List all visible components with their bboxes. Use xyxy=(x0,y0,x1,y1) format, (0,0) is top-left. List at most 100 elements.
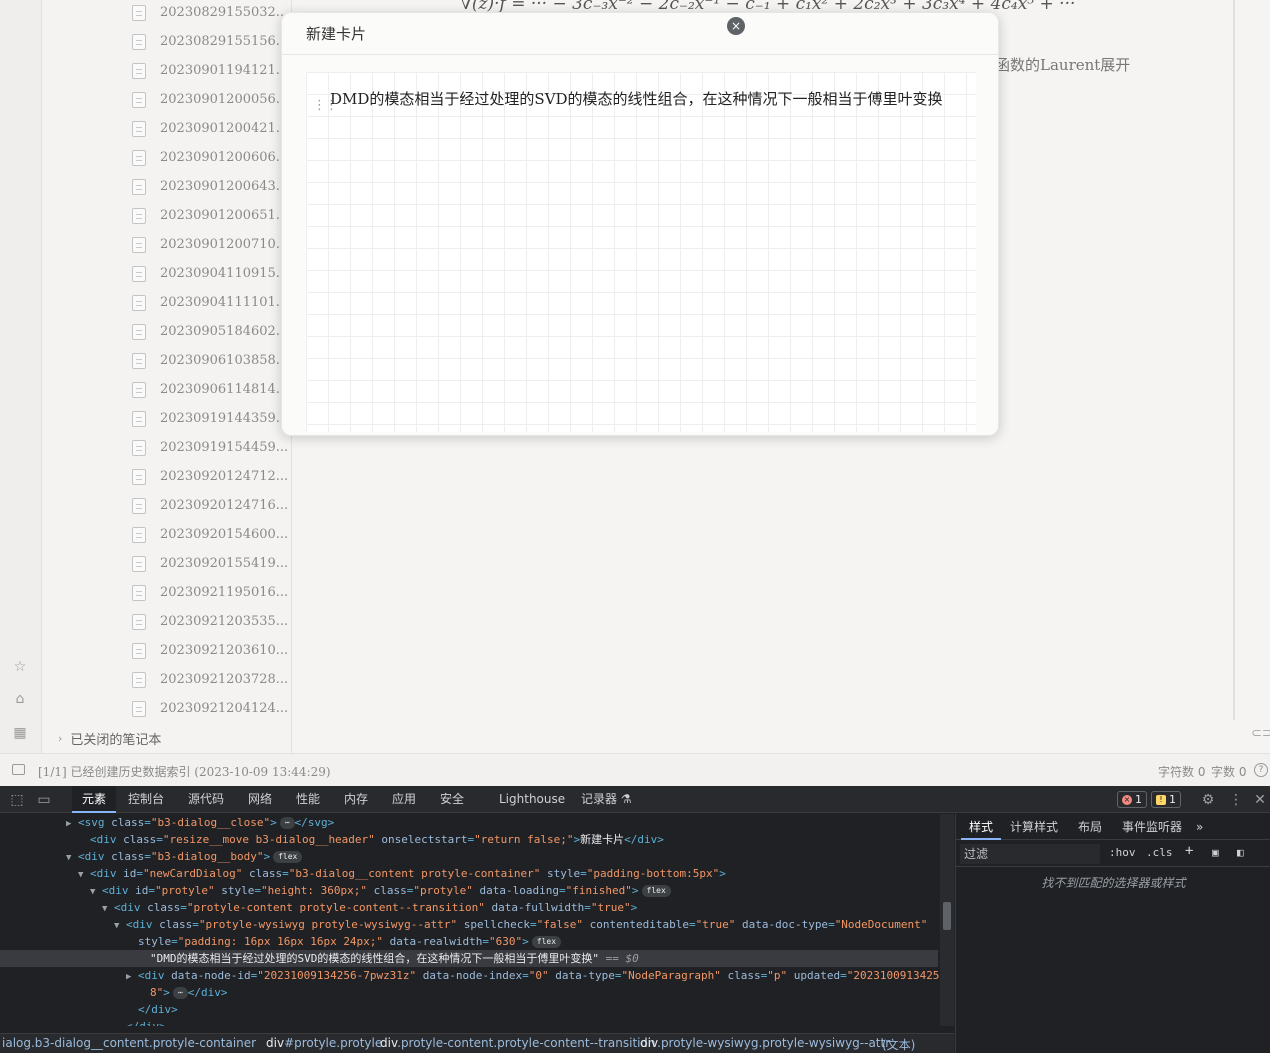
dom-node-selected[interactable]: "DMD的模态相当于经过处理的SVD的模态的线性组合，在这种情况下一般相当于傅里… xyxy=(0,950,938,967)
device-toggle-icon[interactable]: ▭ xyxy=(35,791,53,809)
panel-toggle-icon[interactable] xyxy=(12,764,25,775)
file-tree-item[interactable]: 20230905184602... xyxy=(132,317,292,346)
paint-icon[interactable]: ▣ xyxy=(1212,846,1219,859)
display-badge[interactable]: flex xyxy=(531,936,562,948)
elements-dom-tree[interactable]: ▶ <svg class="b3-dialog__close"> ⋯ </svg> <d… xyxy=(0,814,940,1026)
devtools-tab[interactable]: 应用 xyxy=(392,786,416,813)
styles-tab[interactable]: 计算样式 xyxy=(1010,814,1058,840)
file-tree-item[interactable]: 20230901200056... xyxy=(132,85,292,114)
dom-node[interactable]: </div> xyxy=(114,1018,166,1026)
scrollbar-thumb[interactable] xyxy=(943,902,951,930)
file-tree-item[interactable]: 20230829155032... xyxy=(132,0,292,27)
file-tree-item[interactable]: 20230906114814... xyxy=(132,375,292,404)
file-tree-item[interactable]: 20230901194121... xyxy=(132,56,292,85)
styles-filter-input[interactable] xyxy=(960,844,1100,864)
file-tree-item[interactable]: 20230904110915... xyxy=(132,259,292,288)
file-tree-item[interactable]: 20230920124712... xyxy=(132,462,292,491)
devtools-tab[interactable]: 记录器 ⚗ xyxy=(581,786,632,813)
card-editor[interactable]: ⋮⋮ DMD的模态相当于经过处理的SVD的模态的线性组合，在这种情况下一般相当于… xyxy=(306,72,976,432)
file-tree-item[interactable]: 20230901200710... xyxy=(132,230,292,259)
add-rule-icon[interactable]: + xyxy=(1185,843,1193,859)
file-tree-item[interactable]: 20230920124716... xyxy=(132,491,292,520)
file-tree-item[interactable]: 20230921204124... xyxy=(132,694,292,723)
breadcrumb-item[interactable]: ialog.b3-dialog__content.protyle-contain… xyxy=(2,1036,256,1050)
dom-node[interactable]: style="padding: 16px 16px 16px 24px;" da… xyxy=(126,933,562,950)
styles-tab[interactable]: 事件监听器 xyxy=(1122,814,1182,840)
dom-node[interactable]: ▼ <div id="newCardDialog" class="b3-dialo… xyxy=(78,865,726,882)
dom-node[interactable]: ▶ <div data-node-id = "20231009134256-7pwz3… xyxy=(126,967,939,984)
file-tree-item[interactable]: 20230919154459... xyxy=(132,433,292,462)
expand-triangle-icon[interactable]: ▼ xyxy=(78,867,90,884)
file-tree-item[interactable]: 20230921195016... xyxy=(132,578,292,607)
more-menu-icon[interactable]: ⋮ xyxy=(1227,791,1245,809)
dom-node[interactable]: 8"> ⋯ </div> xyxy=(138,984,227,1001)
close-devtools-icon[interactable]: ✕ xyxy=(1251,791,1269,809)
grid-icon[interactable]: ▦ xyxy=(11,724,29,742)
sidebar-toggle-icon[interactable]: ◧ xyxy=(1237,846,1244,859)
expand-triangle-icon[interactable]: ▼ xyxy=(102,901,114,918)
devtools-tab[interactable]: 控制台 xyxy=(128,786,164,813)
dom-node[interactable]: ▼ <div class="protyle-wysiwyg protyle-wys… xyxy=(114,916,927,933)
file-tree-item[interactable]: 20230829155156... xyxy=(132,27,292,56)
card-paragraph[interactable]: DMD的模态相当于经过处理的SVD的模态的线性组合，在这种情况下一般相当于傅里叶… xyxy=(330,88,962,110)
closed-notebooks[interactable]: › 已关闭的笔记本 xyxy=(58,729,161,748)
file-tree-item[interactable]: 20230901200421... xyxy=(132,114,292,143)
display-badge[interactable]: flex xyxy=(641,885,671,897)
tag-icon[interactable]: ⌂ xyxy=(11,690,29,708)
devtools-tab[interactable]: Lighthouse xyxy=(499,786,565,813)
styles-tab[interactable]: 布局 xyxy=(1078,814,1102,840)
devtools-tab[interactable]: 性能 xyxy=(296,786,320,813)
dom-node[interactable]: ▶ <svg class="b3-dialog__close"> ⋯ </svg> xyxy=(66,814,334,831)
file-tree-item[interactable]: 20230921203610... xyxy=(132,636,292,665)
dom-node[interactable]: <div class="resize__move b3-dialog__head… xyxy=(78,831,664,848)
close-icon[interactable]: × xyxy=(727,17,745,35)
file-tree-item[interactable]: 20230919144359... xyxy=(132,404,292,433)
link-icon[interactable]: ⊂⊃ xyxy=(1251,726,1270,741)
expand-triangle-icon[interactable]: ▼ xyxy=(90,884,102,901)
devtools-tab[interactable]: 元素 xyxy=(72,786,117,813)
warning-count-badge[interactable]: ! 1 xyxy=(1151,791,1181,808)
help-icon[interactable]: ? xyxy=(1254,763,1268,777)
dom-tree-scrollbar[interactable] xyxy=(940,814,954,1026)
breadcrumb-item[interactable]: div.protyle-content.protyle-content--tra… xyxy=(380,1036,655,1050)
devtools-tab[interactable]: 网络 xyxy=(248,786,272,813)
expand-triangle-icon[interactable]: ▼ xyxy=(114,918,126,935)
dom-token: = xyxy=(828,918,835,931)
gear-icon[interactable]: ⚙ xyxy=(1199,791,1217,809)
file-tree-item-label: 20230901200056... xyxy=(160,92,289,107)
star-icon[interactable]: ☆ xyxy=(11,658,29,676)
display-badge[interactable]: ⋯ xyxy=(172,987,188,999)
file-tree-item[interactable]: 20230901200651... xyxy=(132,201,292,230)
editor-scrollbar[interactable] xyxy=(1233,0,1235,720)
more-tabs-icon[interactable]: » xyxy=(1196,814,1203,840)
file-tree-item[interactable]: 20230920154600... xyxy=(132,520,292,549)
file-tree-item[interactable]: 20230901200606... xyxy=(132,143,292,172)
dom-node[interactable]: ▼ <div class="protyle-content protyle-con… xyxy=(102,899,637,916)
inspect-icon[interactable]: ⬚ xyxy=(8,791,26,809)
file-tree-item[interactable]: 20230921203728... xyxy=(132,665,292,694)
expand-triangle-icon[interactable]: ▶ xyxy=(66,816,78,833)
display-badge[interactable]: flex xyxy=(273,851,303,863)
error-count-badge[interactable]: × 1 xyxy=(1117,791,1147,808)
devtools-tab[interactable]: 安全 xyxy=(440,786,464,813)
dom-node[interactable]: ▼ <div id="protyle" style="height: 360px;… xyxy=(90,882,671,899)
file-tree-item[interactable]: 20230906103858... xyxy=(132,346,292,375)
expand-triangle-icon[interactable]: ▼ xyxy=(66,850,78,867)
file-tree-item[interactable]: 20230921203535... xyxy=(132,607,292,636)
display-badge[interactable]: ⋯ xyxy=(279,817,295,829)
dom-node[interactable]: ▼ <div class="b3-dialog__body"> flex xyxy=(66,848,303,867)
hov-toggle[interactable]: :hov xyxy=(1109,846,1136,859)
breadcrumb-item[interactable]: div.protyle-wysiwyg.protyle-wysiwyg--att… xyxy=(640,1036,890,1050)
devtools-tab[interactable]: 内存 xyxy=(344,786,368,813)
file-tree-item[interactable]: 20230920155419... xyxy=(132,549,292,578)
file-tree-item[interactable]: 20230901200643... xyxy=(132,172,292,201)
file-tree-item[interactable]: 20230904111101... xyxy=(132,288,292,317)
styles-tab[interactable]: 样式 xyxy=(961,814,1002,840)
dom-node[interactable]: </div> xyxy=(126,1001,178,1018)
cls-toggle[interactable]: .cls xyxy=(1146,846,1173,859)
expand-triangle-icon[interactable]: ▶ xyxy=(126,969,138,986)
breadcrumb-item[interactable]: (文本) xyxy=(882,1036,915,1053)
breadcrumb-item[interactable]: div#protyle.protyle xyxy=(266,1036,382,1050)
devtools-tab[interactable]: 源代码 xyxy=(188,786,224,813)
dialog-header[interactable]: 新建卡片 xyxy=(282,13,998,55)
